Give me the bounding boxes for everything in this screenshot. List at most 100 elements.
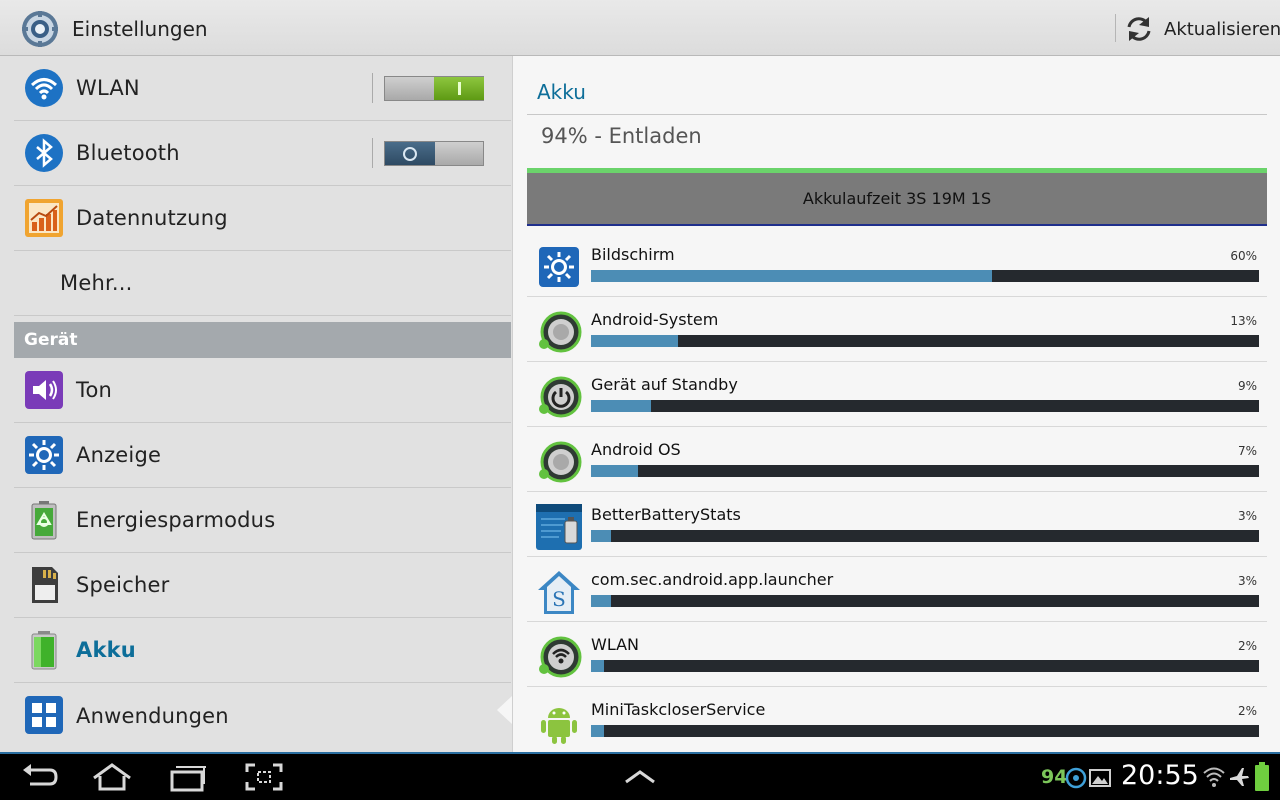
chevron-up-icon[interactable] <box>620 762 660 792</box>
settings-item-storage[interactable]: Speicher <box>14 553 511 618</box>
standby-icon <box>539 376 582 418</box>
sound-icon <box>25 371 63 409</box>
usage-name: Gerät auf Standby <box>591 375 738 394</box>
usage-bar <box>591 335 1259 347</box>
usage-percent: 9% <box>1237 379 1257 393</box>
android-os-icon <box>539 441 582 483</box>
usage-item[interactable]: BetterBatteryStats 3% <box>527 492 1267 557</box>
usage-bar-fill <box>591 595 612 607</box>
pane-title: Akku <box>537 80 586 104</box>
toggle-divider <box>372 73 373 103</box>
settings-gear-icon[interactable] <box>20 9 60 49</box>
usage-percent: 2% <box>1237 639 1257 653</box>
refresh-button[interactable]: Aktualisieren <box>1124 12 1280 46</box>
betterbatterystats-icon <box>536 504 582 550</box>
settings-item-label: Ton <box>76 378 113 402</box>
usage-name: Android OS <box>591 440 681 459</box>
android-robot-icon <box>541 708 577 744</box>
display-icon <box>25 436 63 474</box>
usage-item[interactable]: S com.sec.android.app.launcher 3% <box>527 557 1267 622</box>
wifi-signal-icon <box>1203 767 1225 787</box>
apps-icon <box>25 696 63 734</box>
settings-item-wlan[interactable]: WLAN <box>14 56 511 121</box>
settings-item-sound[interactable]: Ton <box>14 358 511 423</box>
usage-percent: 3% <box>1237 574 1257 588</box>
recent-apps-icon[interactable] <box>168 762 208 792</box>
bluetooth-icon <box>25 134 63 172</box>
usage-bar-fill <box>591 465 638 477</box>
clock: 20:55 <box>1121 760 1199 791</box>
usage-bar <box>591 270 1259 282</box>
settings-item-label: Anzeige <box>76 443 162 467</box>
battery-status: 94% - Entladen <box>541 124 702 148</box>
settings-item-label: Datennutzung <box>76 206 228 230</box>
usage-bar-fill <box>591 270 992 282</box>
toggle-divider <box>372 138 373 168</box>
settings-item-label: WLAN <box>76 76 140 100</box>
airplane-icon <box>1230 768 1249 786</box>
usage-percent: 3% <box>1237 509 1257 523</box>
usage-item[interactable]: Android-System 13% <box>527 297 1267 362</box>
battery-runtime-label: Akkulaufzeit 3S 19M 1S <box>802 189 992 208</box>
usage-bar-fill <box>591 660 605 672</box>
toggle-knob <box>434 77 484 100</box>
settings-item-power-saving[interactable]: Energiesparmodus <box>14 488 511 553</box>
usage-item[interactable]: MiniTaskcloserService 2% <box>527 687 1267 752</box>
settings-item-display[interactable]: Anzeige <box>14 423 511 488</box>
usage-name: Android-System <box>591 310 719 329</box>
settings-item-data-usage[interactable]: Datennutzung <box>14 186 511 251</box>
usage-item[interactable]: Gerät auf Standby 9% <box>527 362 1267 427</box>
settings-item-label: Mehr... <box>60 271 133 295</box>
sync-icon <box>1065 767 1087 789</box>
usage-bar-fill <box>591 725 605 737</box>
svg-text:S: S <box>552 587 566 611</box>
settings-item-label: Bluetooth <box>76 141 180 165</box>
settings-item-label: Energiesparmodus <box>76 508 276 532</box>
settings-item-label: Speicher <box>76 573 170 597</box>
usage-item[interactable]: Android OS 7% <box>527 427 1267 492</box>
screen-brightness-icon <box>539 247 579 287</box>
usage-name: Bildschirm <box>591 245 675 264</box>
settings-item-apps[interactable]: Anwendungen <box>14 683 511 748</box>
home-icon[interactable] <box>92 762 132 792</box>
usage-bar <box>591 465 1259 477</box>
screenshot-icon[interactable] <box>244 762 284 792</box>
wlan-icon <box>539 636 582 678</box>
settings-item-bluetooth[interactable]: Bluetooth <box>14 121 511 186</box>
refresh-label: Aktualisieren <box>1164 18 1280 40</box>
usage-percent: 2% <box>1237 704 1257 718</box>
title-divider <box>527 114 1267 115</box>
back-icon[interactable] <box>20 762 60 792</box>
settings-item-label: Anwendungen <box>76 703 229 728</box>
settings-item-battery[interactable]: Akku <box>14 618 511 683</box>
usage-percent: 13% <box>1230 314 1257 328</box>
usage-percent: 60% <box>1230 249 1257 263</box>
usage-item[interactable]: Bildschirm 60% <box>527 232 1267 297</box>
usage-bar-fill <box>591 335 678 347</box>
usage-item[interactable]: WLAN 2% <box>527 622 1267 687</box>
battery-status-icon <box>1255 762 1269 791</box>
usage-bar-fill <box>591 530 612 542</box>
usage-bar <box>591 400 1259 412</box>
launcher-icon: S <box>538 571 580 614</box>
battery-history-graph[interactable]: Akkulaufzeit 3S 19M 1S <box>527 168 1267 226</box>
section-header-device: Gerät <box>14 322 511 358</box>
toggle-knob <box>385 142 435 165</box>
android-system-icon <box>539 311 582 353</box>
battery-icon <box>31 631 57 670</box>
storage-icon <box>32 567 58 603</box>
usage-bar <box>591 660 1259 672</box>
usage-bar <box>591 595 1259 607</box>
bluetooth-toggle[interactable] <box>384 141 484 166</box>
usage-bar <box>591 530 1259 542</box>
usage-percent: 7% <box>1237 444 1257 458</box>
settings-list: WLAN Bluetooth Datennutzung Mehr... Gerä… <box>0 56 512 752</box>
action-bar-divider <box>1115 14 1116 42</box>
wlan-toggle[interactable] <box>384 76 484 101</box>
usage-name: WLAN <box>591 635 640 654</box>
settings-item-more[interactable]: Mehr... <box>14 251 511 316</box>
usage-bar <box>591 725 1259 737</box>
gallery-icon <box>1089 769 1111 787</box>
selection-pointer <box>497 696 512 724</box>
app-title: Einstellungen <box>72 17 208 41</box>
